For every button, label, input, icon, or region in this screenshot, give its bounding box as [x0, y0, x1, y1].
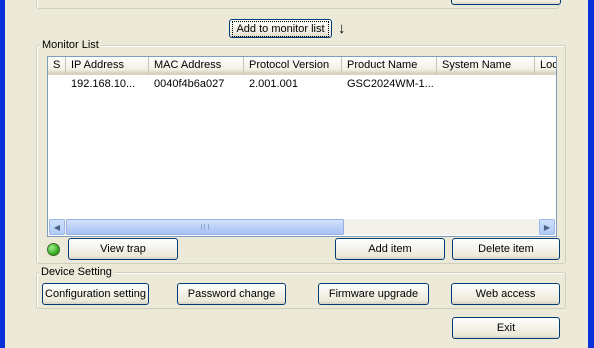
column-header-system-name[interactable]: System Name — [437, 57, 535, 75]
cell-ip-address: 192.168.10... — [71, 78, 136, 90]
exit-button[interactable]: Exit — [452, 317, 560, 339]
firmware-upgrade-label: Firmware upgrade — [328, 288, 419, 300]
window-frame-right — [588, 0, 594, 348]
status-led-icon — [47, 243, 60, 256]
horizontal-scrollbar[interactable]: ◀ ▶ — [49, 219, 555, 235]
scrollbar-grip — [201, 224, 209, 230]
column-header-mac-address[interactable]: MAC Address — [149, 57, 244, 75]
table-header: S IP Address MAC Address Protocol Versio… — [48, 57, 556, 75]
cell-system-name — [437, 76, 535, 92]
monitor-list-legend: Monitor List — [40, 39, 101, 51]
device-setting-legend: Device Setting — [39, 266, 114, 278]
add-to-monitor-list-button[interactable]: Add to monitor list — [229, 19, 332, 38]
monitor-list-table[interactable]: S IP Address MAC Address Protocol Versio… — [47, 56, 557, 237]
column-header-protocol-version[interactable]: Protocol Version — [244, 57, 342, 75]
cell-protocol-version: 2.001.001 — [249, 78, 298, 90]
web-access-label: Web access — [475, 288, 536, 300]
down-arrow-icon: ↓ — [338, 20, 346, 37]
cell-mac-address: 0040f4b6a027 — [154, 78, 225, 90]
cell-s — [48, 76, 66, 92]
add-item-button[interactable]: Add item — [335, 238, 445, 260]
scroll-left-icon[interactable]: ◀ — [49, 219, 65, 235]
password-change-button[interactable]: Password change — [177, 283, 286, 305]
delete-item-label: Delete item — [478, 243, 534, 255]
view-trap-button[interactable]: View trap — [68, 238, 178, 260]
add-item-label: Add item — [368, 243, 412, 255]
column-header-s[interactable]: S — [48, 57, 66, 75]
column-header-ip-address[interactable]: IP Address — [66, 57, 149, 75]
view-trap-label: View trap — [100, 243, 146, 255]
scrollbar-thumb[interactable] — [66, 219, 344, 235]
password-change-label: Password change — [187, 288, 276, 300]
add-to-monitor-list-label: Add to monitor list — [232, 20, 329, 37]
top-cut-button[interactable] — [451, 0, 561, 5]
configuration-setting-label: Configuration setting — [45, 288, 146, 300]
web-access-button[interactable]: Web access — [451, 283, 560, 305]
exit-label: Exit — [496, 322, 516, 334]
configuration-setting-button[interactable]: Configuration setting — [42, 283, 149, 305]
cell-location — [535, 76, 556, 92]
firmware-upgrade-button[interactable]: Firmware upgrade — [318, 283, 429, 305]
scroll-right-icon[interactable]: ▶ — [539, 219, 555, 235]
delete-item-button[interactable]: Delete item — [452, 238, 560, 260]
column-header-product-name[interactable]: Product Name — [342, 57, 437, 75]
column-header-location[interactable]: Loca — [535, 57, 556, 75]
cell-product-name: GSC2024WM-1... — [347, 78, 434, 90]
main-window: Add to monitor list ↓ Monitor List S IP … — [5, 0, 588, 348]
table-row[interactable]: 192.168.10... 0040f4b6a027 2.001.001 GSC… — [48, 76, 556, 92]
